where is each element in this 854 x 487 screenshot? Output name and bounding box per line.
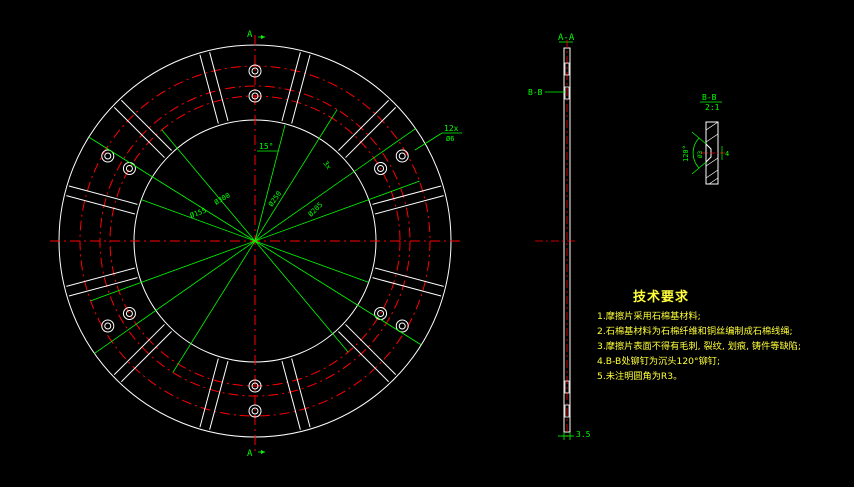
slot-edge <box>66 267 136 287</box>
section-bb-callout: B-B <box>528 88 543 97</box>
section-marker-a-bottom: A <box>247 449 253 459</box>
detail-title: B-B <box>702 93 717 102</box>
slot-edge <box>113 107 165 158</box>
slot-edge <box>66 195 136 215</box>
dim-d155: Ø155 <box>189 207 208 220</box>
rivet-hole-inner <box>125 310 133 317</box>
section-marker-a-top: A <box>247 30 253 40</box>
slot-edge <box>68 277 138 297</box>
detail-scale: 2:1 <box>705 103 720 112</box>
slot-edge <box>372 277 442 297</box>
slot-edge <box>338 99 389 151</box>
dim-hole-count: 12x <box>444 124 459 133</box>
slot-edge <box>345 107 397 158</box>
tech-requirement-2: 2.石棉基材料为石棉纤维和铜丝编制成石棉线绳; <box>597 326 793 337</box>
slot-edge <box>68 185 138 205</box>
dim-small: 3x <box>321 160 332 172</box>
detail-b-b-view: B-B 2:1 120° Ø3 4 <box>682 93 729 185</box>
slot-edge <box>209 360 229 430</box>
slot-edge <box>209 52 229 122</box>
dim-d205: Ø205 <box>307 201 325 219</box>
slot-edge <box>374 267 444 287</box>
rivet-hole-inner <box>104 322 112 330</box>
slot-edge <box>199 54 219 124</box>
section-aa-label: A-A <box>558 33 575 43</box>
slot-edge <box>113 324 165 375</box>
tech-requirements-title: 技术要求 <box>633 290 690 305</box>
tech-requirement-3: 3.摩擦片表面不得有毛刺, 裂纹, 划痕, 铸件等缺陷; <box>597 341 801 352</box>
detail-dim-left: Ø3 <box>697 150 704 158</box>
dim-thickness: 3.5 <box>576 430 591 439</box>
dim-hole-dia: Ø6 <box>446 135 454 143</box>
slot-edge <box>291 54 311 124</box>
rivet-hole-inner <box>125 165 133 172</box>
slot-edge <box>121 99 172 151</box>
friction-disc-plan-view: A A 15° 12x Ø6 Ø300 Ø155 Ø250 Ø205 3x <box>50 30 462 459</box>
dim-angle-15: 15° <box>259 142 273 151</box>
rivet-hole <box>122 307 136 320</box>
slot-edge <box>372 185 442 205</box>
slot-edge <box>345 324 397 375</box>
tech-requirement-5: 5.未注明圆角为R3。 <box>597 371 683 382</box>
slot-edge <box>338 331 389 383</box>
slot-edge <box>281 360 301 430</box>
rivet-hole <box>395 149 409 163</box>
detail-angle: 120° <box>682 145 690 162</box>
rivet-hole-inner <box>104 152 112 160</box>
detail-dim-right: 4 <box>725 150 729 158</box>
rivet-hole <box>101 319 115 333</box>
tech-requirement-1: 1.摩擦片采用石棉基材料; <box>597 311 701 322</box>
slot-edge <box>374 195 444 215</box>
rivet-hole <box>122 162 136 175</box>
slot-edge <box>199 358 219 428</box>
rivet-hole-inner <box>398 152 406 160</box>
rivet-hole-inner <box>398 322 406 330</box>
cad-drawing-canvas: A A 15° 12x Ø6 Ø300 Ø155 Ø250 Ø205 3x A-… <box>50 30 729 459</box>
slot-edge <box>121 331 172 383</box>
slot-edge <box>291 358 311 428</box>
tech-requirement-4: 4.B-B处铆钉为沉头120°铆钉; <box>597 356 721 367</box>
slot-edge <box>281 52 301 122</box>
section-a-a-view: A-A B-B 3.5 <box>528 33 591 440</box>
